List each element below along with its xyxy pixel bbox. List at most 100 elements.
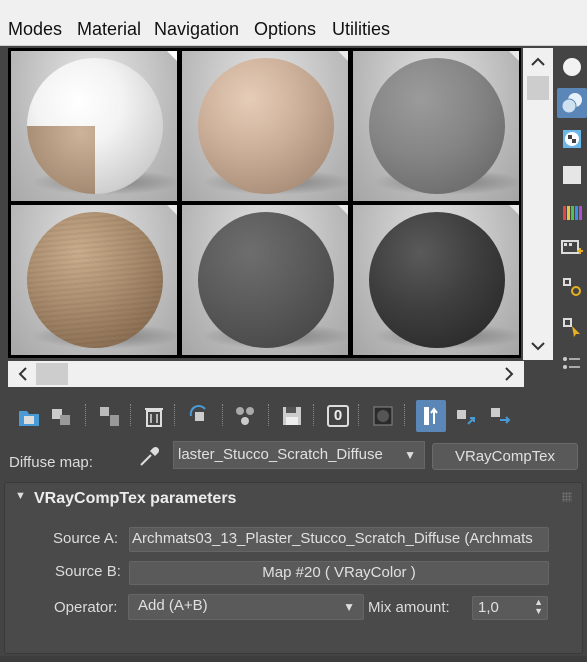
source-a-map-button[interactable]: Archmats03_13_Plaster_Stucco_Scratch_Dif… bbox=[129, 527, 549, 552]
slot-corner-icon bbox=[167, 205, 177, 215]
sample-slot-6[interactable] bbox=[353, 205, 519, 355]
sample-slot-4[interactable] bbox=[11, 205, 177, 355]
video-color-check-button[interactable] bbox=[557, 198, 587, 228]
mix-amount-value: 1,0 bbox=[478, 599, 499, 616]
scroll-left-button[interactable] bbox=[12, 363, 34, 385]
sample-type-button[interactable] bbox=[557, 52, 587, 82]
operator-dropdown[interactable]: Add (A+B) ▼ bbox=[128, 594, 364, 620]
menu-material[interactable]: Material bbox=[77, 19, 141, 40]
options-button[interactable] bbox=[557, 272, 587, 302]
material-id-label: 0 bbox=[327, 405, 349, 427]
make-unique-button[interactable] bbox=[184, 400, 214, 432]
sample-slot-5[interactable] bbox=[182, 205, 348, 355]
background-button[interactable] bbox=[557, 124, 587, 154]
sample-slots-grid bbox=[8, 48, 521, 358]
material-map-navigator-icon bbox=[563, 357, 580, 369]
material-sphere bbox=[198, 58, 334, 194]
mix-amount-label: Mix amount: bbox=[368, 599, 450, 616]
material-id-channel-button[interactable]: 0 bbox=[323, 400, 353, 432]
sample-tools-column bbox=[555, 48, 587, 388]
vraycomptex-parameters-rollout: ▼ VRayCompTex parameters Source A: Archm… bbox=[4, 482, 583, 654]
chevron-right-icon bbox=[505, 367, 514, 381]
make-unique-icon bbox=[189, 405, 206, 421]
slot-corner-icon bbox=[509, 51, 519, 61]
pick-material-from-object-button[interactable] bbox=[137, 445, 161, 474]
floppy-save-icon bbox=[283, 407, 301, 425]
toolbar-separator bbox=[174, 404, 175, 426]
rollout-header[interactable]: ▼ VRayCompTex parameters bbox=[5, 483, 582, 513]
slot-corner-icon bbox=[167, 51, 177, 61]
options-icon bbox=[563, 278, 581, 296]
show-end-result-button[interactable] bbox=[416, 400, 446, 432]
put-to-library-button[interactable] bbox=[230, 400, 260, 432]
trash-icon bbox=[145, 408, 163, 427]
horizontal-scroll-thumb[interactable] bbox=[36, 363, 68, 385]
background-checker-icon bbox=[563, 130, 581, 148]
rollout-title: VRayCompTex parameters bbox=[34, 490, 237, 507]
sample-slot-1[interactable] bbox=[11, 51, 177, 201]
collapse-triangle-icon: ▼ bbox=[15, 490, 26, 502]
make-preview-icon bbox=[561, 240, 583, 254]
menu-utilities[interactable]: Utilities bbox=[332, 19, 390, 40]
toolbar-separator bbox=[313, 404, 314, 426]
sample-slot-2[interactable] bbox=[182, 51, 348, 201]
menu-modes[interactable]: Modes bbox=[8, 19, 62, 40]
show-end-result-icon bbox=[424, 407, 438, 425]
operator-value: Add (A+B) bbox=[138, 597, 208, 614]
material-sphere bbox=[369, 212, 505, 348]
sample-type-sphere-icon bbox=[563, 58, 581, 76]
save-material-button[interactable] bbox=[277, 400, 307, 432]
toolbar-separator bbox=[404, 404, 405, 426]
select-by-material-button[interactable] bbox=[557, 312, 587, 342]
material-sphere bbox=[27, 212, 163, 348]
slots-horizontal-scrollbar[interactable] bbox=[8, 361, 524, 387]
dropdown-arrow-icon: ▼ bbox=[343, 600, 355, 614]
scroll-down-button[interactable] bbox=[526, 334, 550, 358]
menu-navigation[interactable]: Navigation bbox=[154, 19, 239, 40]
source-a-label: Source A: bbox=[53, 530, 119, 547]
dropdown-arrow-icon: ▼ bbox=[404, 448, 416, 462]
menu-options[interactable]: Options bbox=[254, 19, 316, 40]
toolbar-separator bbox=[130, 404, 131, 426]
get-material-button[interactable] bbox=[14, 400, 44, 432]
material-editor-toolbar: 0 bbox=[0, 396, 587, 436]
assign-material-icon bbox=[100, 407, 119, 426]
sample-uv-tiling-button[interactable] bbox=[557, 160, 587, 190]
go-forward-to-sibling-button[interactable] bbox=[485, 400, 515, 432]
rollout-grip-icon[interactable] bbox=[562, 492, 572, 502]
go-to-parent-button[interactable] bbox=[451, 400, 481, 432]
go-to-parent-icon bbox=[457, 410, 475, 425]
show-shaded-material-icon bbox=[373, 406, 393, 426]
make-preview-button[interactable] bbox=[557, 234, 587, 264]
slot-corner-icon bbox=[338, 51, 348, 61]
mix-amount-spinner[interactable]: 1,0 ▲ ▼ bbox=[472, 596, 548, 620]
material-sphere bbox=[369, 58, 505, 194]
material-sphere bbox=[27, 58, 163, 194]
map-name-dropdown[interactable]: laster_Stucco_Scratch_Diffuse ▼ bbox=[173, 441, 425, 469]
chevron-left-icon bbox=[18, 367, 27, 381]
delete-material-button[interactable] bbox=[139, 400, 169, 432]
spinner-arrows-icon[interactable]: ▲ ▼ bbox=[534, 598, 543, 616]
source-b-map-button[interactable]: Map #20 ( VRayColor ) bbox=[129, 561, 549, 585]
backlight-button[interactable] bbox=[557, 88, 587, 118]
material-map-navigator-button[interactable] bbox=[557, 350, 587, 380]
slots-vertical-scrollbar[interactable] bbox=[523, 48, 553, 360]
get-material-icon bbox=[19, 411, 39, 426]
scroll-up-button[interactable] bbox=[526, 50, 550, 74]
map-type-button[interactable]: VRayCompTex bbox=[432, 443, 578, 470]
panel-bottom-edge bbox=[0, 656, 587, 662]
assign-material-button[interactable] bbox=[95, 400, 125, 432]
operator-label: Operator: bbox=[54, 599, 118, 616]
vertical-scroll-thumb[interactable] bbox=[527, 76, 549, 100]
show-shaded-material-button[interactable] bbox=[368, 400, 398, 432]
put-to-scene-icon bbox=[52, 409, 70, 425]
menu-bar: Modes Material Navigation Options Utilit… bbox=[0, 0, 587, 46]
material-library-icon bbox=[236, 407, 254, 425]
slot-corner-icon bbox=[509, 205, 519, 215]
put-material-to-scene-button[interactable] bbox=[46, 400, 76, 432]
select-by-material-icon bbox=[563, 318, 580, 337]
scroll-right-button[interactable] bbox=[498, 363, 520, 385]
sample-slot-3[interactable] bbox=[353, 51, 519, 201]
toolbar-separator bbox=[358, 404, 359, 426]
source-b-label: Source B: bbox=[55, 563, 121, 580]
